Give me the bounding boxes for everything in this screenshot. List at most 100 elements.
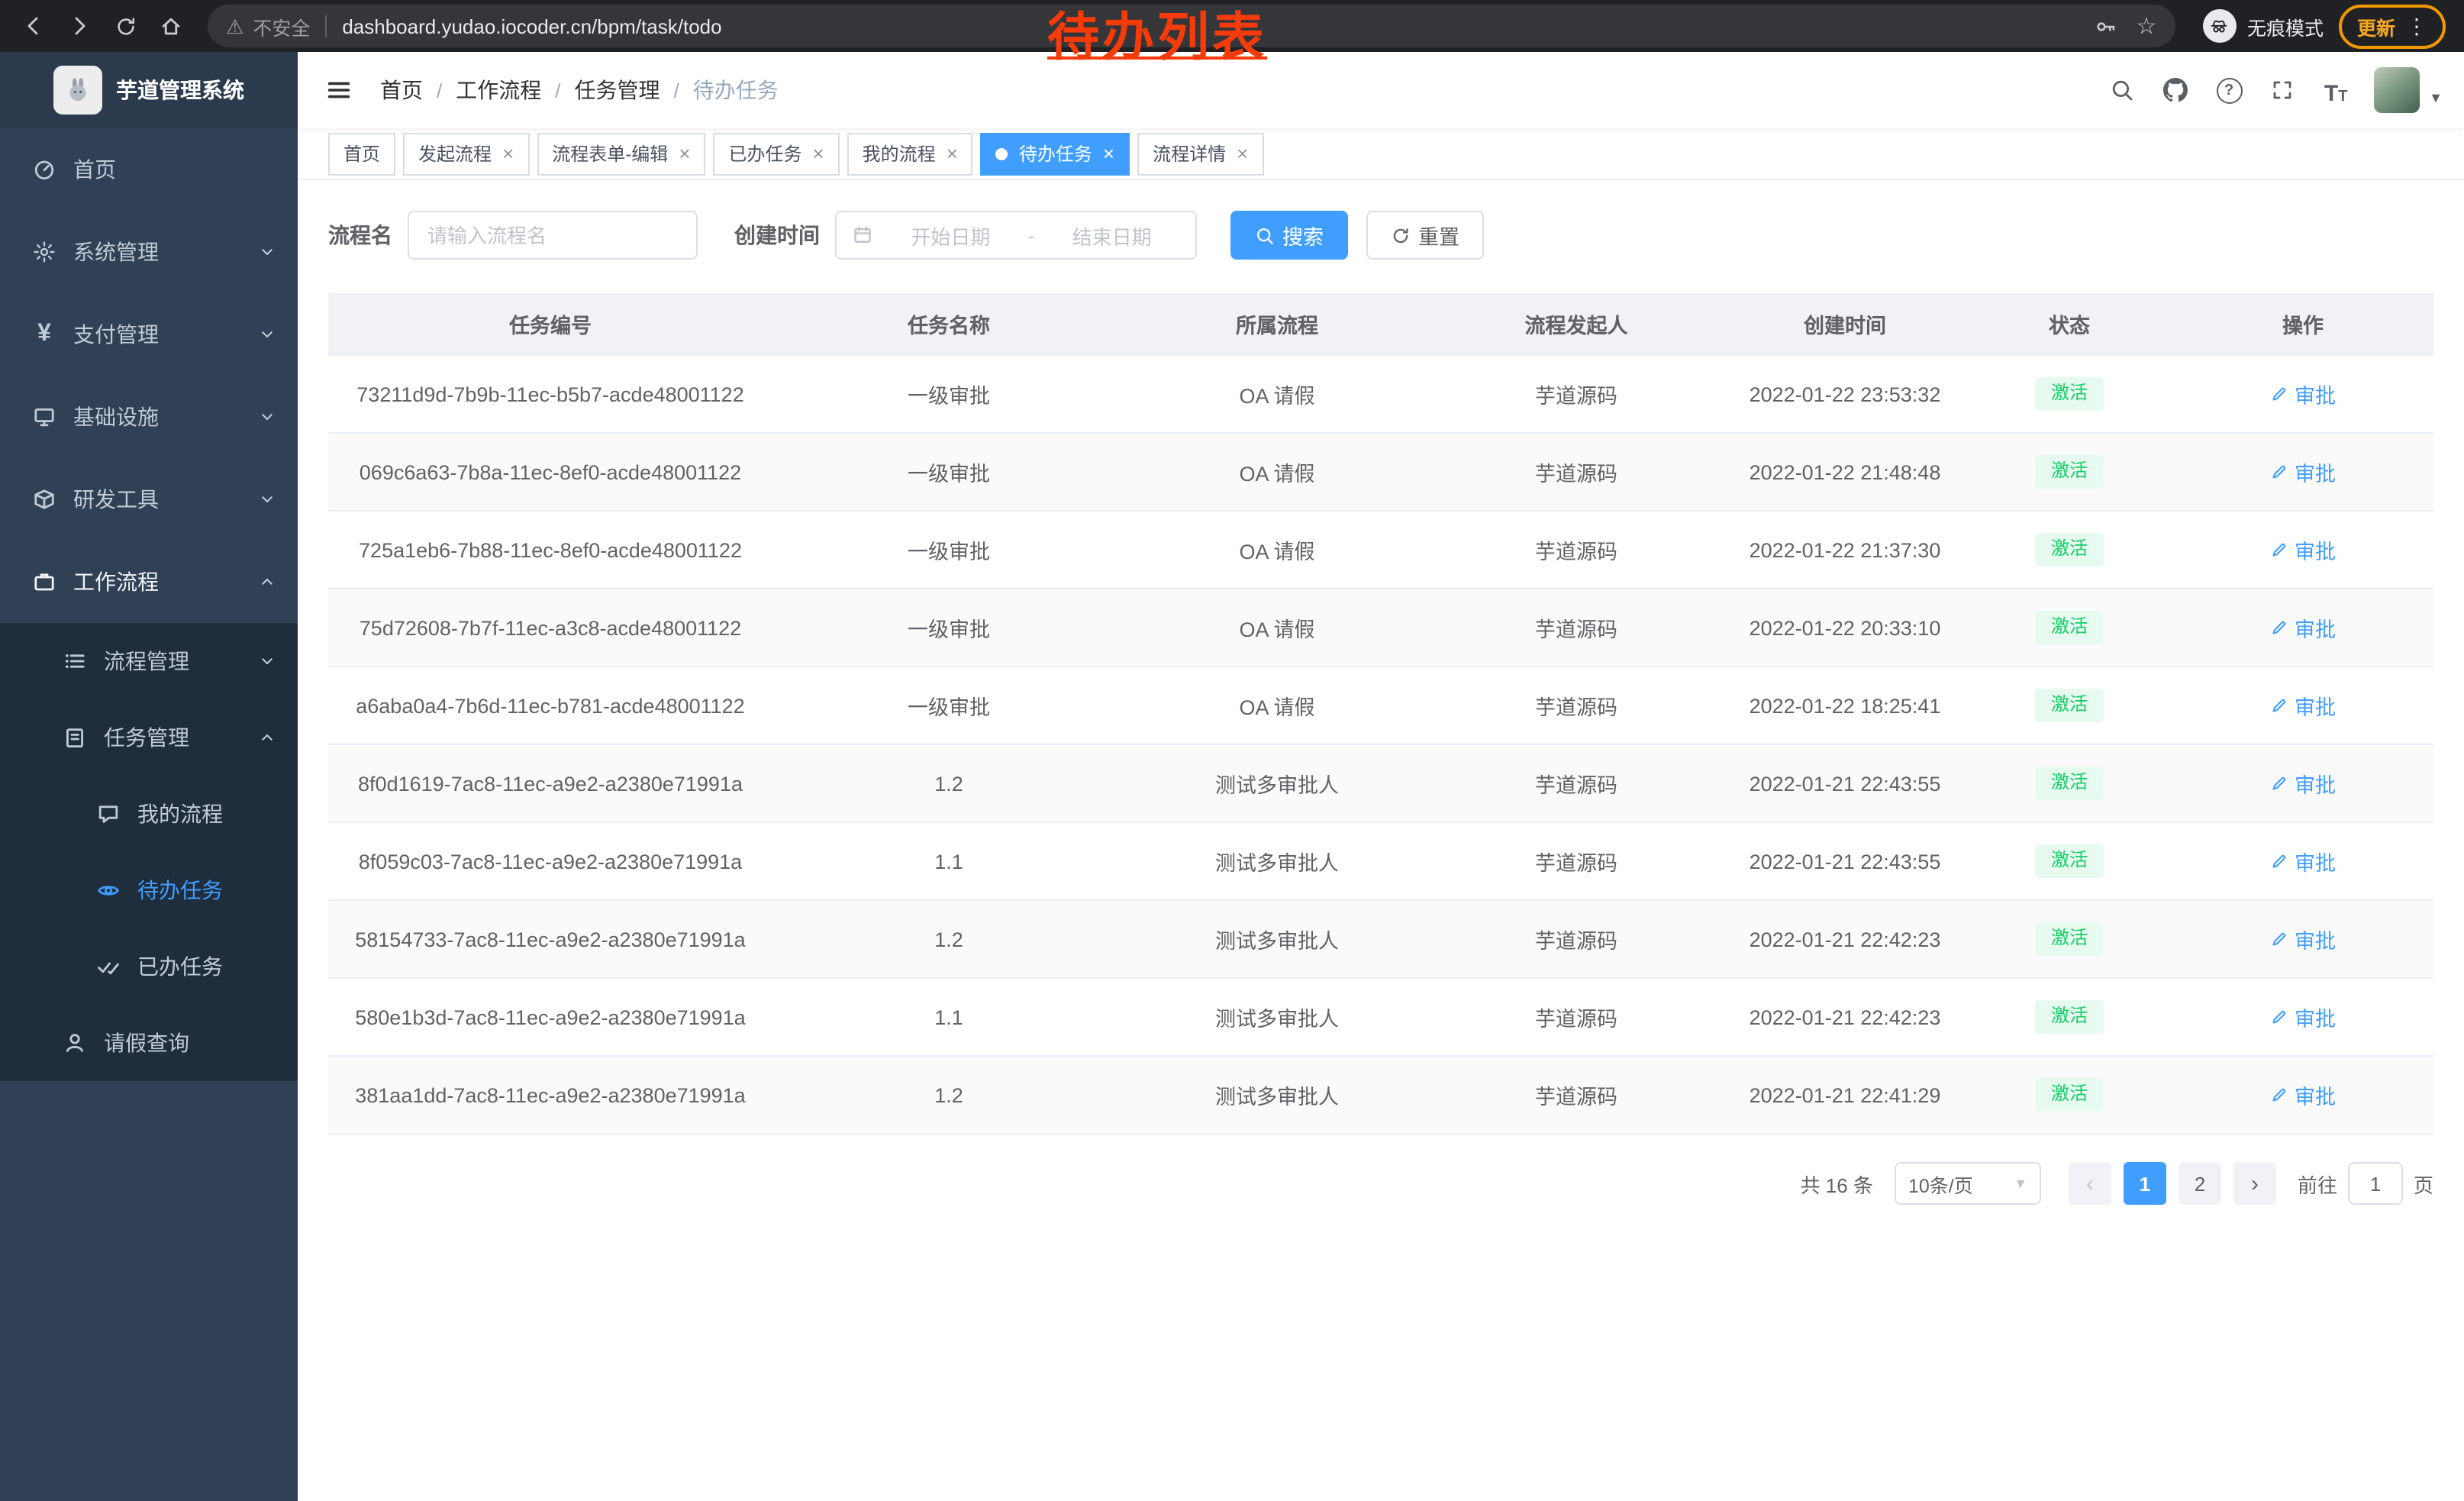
status-badge: 激活 bbox=[2036, 767, 2103, 799]
close-icon[interactable]: × bbox=[679, 144, 690, 163]
sidebar-item-payment[interactable]: ¥ 支付管理 bbox=[0, 293, 298, 376]
forward-icon[interactable] bbox=[58, 5, 101, 47]
sidebar-item-leave-query[interactable]: 请假查询 bbox=[0, 1005, 298, 1081]
star-icon[interactable]: ☆ bbox=[2127, 6, 2166, 46]
tab-todo-tasks[interactable]: 待办任务× bbox=[981, 132, 1130, 175]
app-title: 芋道管理系统 bbox=[116, 75, 244, 105]
approve-link[interactable]: 审批 bbox=[2270, 768, 2336, 799]
back-icon[interactable] bbox=[12, 5, 55, 47]
goto-page-input[interactable] bbox=[2348, 1162, 2403, 1205]
next-page-button[interactable]: › bbox=[2233, 1162, 2276, 1205]
process-name-input[interactable] bbox=[408, 211, 698, 260]
start-date-placeholder[interactable]: 开始日期 bbox=[882, 221, 1019, 250]
close-icon[interactable]: × bbox=[812, 144, 824, 163]
breadcrumb-workflow[interactable]: 工作流程 bbox=[456, 75, 541, 105]
approve-link[interactable]: 审批 bbox=[2270, 924, 2336, 954]
table-header-row: 任务编号 任务名称 所属流程 流程发起人 创建时间 状态 操作 bbox=[328, 293, 2433, 355]
sidebar-item-process-mgmt[interactable]: 流程管理 bbox=[0, 623, 298, 699]
approve-link[interactable]: 审批 bbox=[2270, 379, 2336, 409]
sidebar-item-done-tasks[interactable]: 已办任务 bbox=[0, 928, 298, 1005]
logo[interactable]: 芋道管理系统 bbox=[0, 52, 298, 128]
key-icon[interactable] bbox=[2087, 6, 2127, 46]
sidebar-item-home[interactable]: 首页 bbox=[0, 128, 298, 211]
security-label[interactable]: 不安全 bbox=[253, 11, 310, 40]
sidebar-item-todo-tasks[interactable]: 待办任务 bbox=[0, 852, 298, 928]
breadcrumb: 首页 / 工作流程 / 任务管理 / 待办任务 bbox=[380, 75, 779, 105]
chat-icon bbox=[95, 800, 122, 828]
home-icon[interactable] bbox=[150, 5, 192, 47]
table-row: 58154733-7ac8-11ec-a9e2-a2380e71991a1.2测… bbox=[328, 900, 2433, 978]
tab-form-edit[interactable]: 流程表单-编辑× bbox=[537, 132, 705, 175]
status-badge: 激活 bbox=[2036, 1000, 2103, 1033]
clipboard-icon bbox=[61, 724, 89, 751]
sidebar-item-task-mgmt[interactable]: 任务管理 bbox=[0, 699, 298, 776]
page-content: 流程名 创建时间 开始日期 - 结束日期 搜索 重 bbox=[298, 180, 2464, 1501]
create-time-label: 创建时间 bbox=[734, 220, 820, 250]
col-process: 所属流程 bbox=[1125, 293, 1429, 355]
prev-page-button[interactable]: ‹ bbox=[2069, 1162, 2111, 1205]
approve-link[interactable]: 审批 bbox=[2270, 690, 2336, 721]
caret-down-icon[interactable]: ▼ bbox=[2429, 90, 2443, 105]
page-button-1[interactable]: 1 bbox=[2124, 1162, 2166, 1205]
goto-unit-label: 页 bbox=[2414, 1169, 2433, 1198]
page-size-select[interactable]: 10条/页 ▼ bbox=[1895, 1162, 2041, 1205]
total-count: 共 16 条 bbox=[1801, 1169, 1873, 1198]
todo-table: 任务编号 任务名称 所属流程 流程发起人 创建时间 状态 操作 73211d9d… bbox=[328, 293, 2433, 1135]
tab-start-process[interactable]: 发起流程× bbox=[403, 132, 529, 175]
search-icon[interactable] bbox=[2107, 75, 2137, 105]
tab-home[interactable]: 首页 bbox=[328, 132, 395, 175]
toolbox-icon bbox=[31, 486, 58, 513]
reset-button[interactable]: 重置 bbox=[1366, 211, 1484, 260]
hamburger-icon[interactable] bbox=[322, 73, 356, 107]
pagination: 共 16 条 10条/页 ▼ ‹ 1 2 › 前往 页 bbox=[328, 1162, 2433, 1205]
screen: ⚠ 不安全 dashboard.yudao.iocoder.cn/bpm/tas… bbox=[0, 0, 2464, 1501]
table-row: 8f0d1619-7ac8-11ec-a9e2-a2380e71991a1.2测… bbox=[328, 744, 2433, 822]
tab-process-detail[interactable]: 流程详情× bbox=[1137, 132, 1263, 175]
url-text[interactable]: dashboard.yudao.iocoder.cn/bpm/task/todo bbox=[342, 15, 721, 37]
sidebar-item-infra[interactable]: 基础设施 bbox=[0, 376, 298, 458]
gear-icon bbox=[31, 238, 58, 266]
end-date-placeholder[interactable]: 结束日期 bbox=[1043, 221, 1180, 250]
chevron-down-icon: ▼ bbox=[2014, 1176, 2027, 1191]
dashboard-icon bbox=[31, 156, 58, 183]
close-icon[interactable]: × bbox=[1237, 144, 1248, 163]
date-range-picker[interactable]: 开始日期 - 结束日期 bbox=[835, 211, 1197, 260]
briefcase-icon bbox=[31, 568, 58, 596]
incognito-label: 无痕模式 bbox=[2247, 11, 2324, 40]
approve-link[interactable]: 审批 bbox=[2270, 846, 2336, 876]
approve-link[interactable]: 审批 bbox=[2270, 612, 2336, 643]
page-button-2[interactable]: 2 bbox=[2179, 1162, 2221, 1205]
reload-icon[interactable] bbox=[104, 5, 147, 47]
status-badge: 激活 bbox=[2036, 611, 2103, 644]
breadcrumb-home[interactable]: 首页 bbox=[380, 75, 423, 105]
annotation-text: 待办列表 bbox=[1047, 6, 1267, 71]
search-button[interactable]: 搜索 bbox=[1230, 211, 1348, 260]
double-check-icon bbox=[95, 953, 122, 980]
fullscreen-icon[interactable] bbox=[2267, 75, 2298, 105]
tab-my-process[interactable]: 我的流程× bbox=[847, 132, 973, 175]
address-divider bbox=[325, 15, 327, 37]
close-icon[interactable]: × bbox=[502, 144, 514, 163]
approve-link[interactable]: 审批 bbox=[2270, 1080, 2336, 1110]
close-icon[interactable]: × bbox=[947, 144, 958, 163]
update-label[interactable]: 更新 bbox=[2357, 11, 2395, 40]
chevron-down-icon bbox=[258, 652, 276, 670]
avatar[interactable] bbox=[2374, 67, 2420, 113]
sidebar-item-my-process[interactable]: 我的流程 bbox=[0, 776, 298, 852]
update-chip[interactable]: 更新 ⋮ bbox=[2339, 4, 2446, 48]
breadcrumb-task-mgmt[interactable]: 任务管理 bbox=[575, 75, 660, 105]
approve-link[interactable]: 审批 bbox=[2270, 457, 2336, 487]
tags-view: 首页 发起流程× 流程表单-编辑× 已办任务× 我的流程× 待办任务× 流程详情… bbox=[298, 128, 2464, 180]
approve-link[interactable]: 审批 bbox=[2270, 1002, 2336, 1032]
font-size-icon[interactable]: TT bbox=[2320, 75, 2351, 105]
sidebar-item-devtools[interactable]: 研发工具 bbox=[0, 458, 298, 541]
sidebar-item-workflow[interactable]: 工作流程 bbox=[0, 541, 298, 623]
kebab-menu-icon[interactable]: ⋮ bbox=[2406, 15, 2427, 37]
tab-done-tasks[interactable]: 已办任务× bbox=[713, 132, 839, 175]
close-icon[interactable]: × bbox=[1103, 144, 1114, 163]
approve-link[interactable]: 审批 bbox=[2270, 534, 2336, 565]
sidebar-item-system[interactable]: 系统管理 bbox=[0, 211, 298, 293]
help-icon[interactable]: ? bbox=[2214, 75, 2244, 105]
chevron-down-icon bbox=[258, 325, 276, 344]
github-icon[interactable] bbox=[2160, 75, 2191, 105]
